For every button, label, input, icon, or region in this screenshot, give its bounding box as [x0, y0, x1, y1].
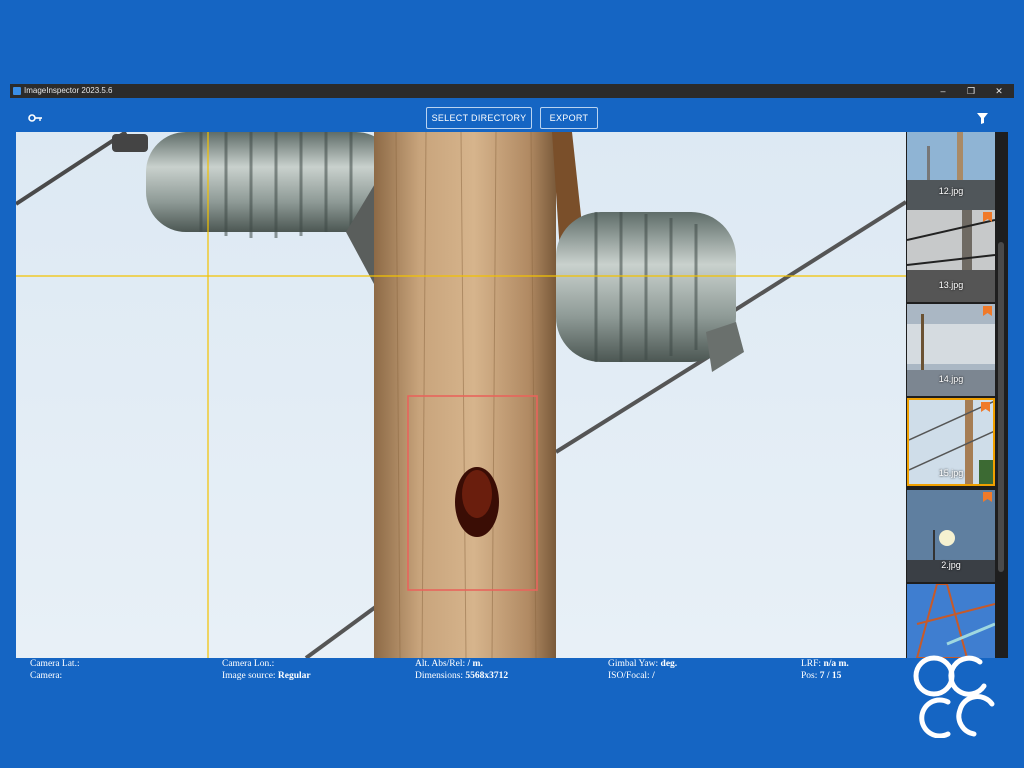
- gimbal-yaw-field: Gimbal Yaw: deg.: [608, 659, 678, 669]
- close-button[interactable]: ✕: [988, 84, 1010, 98]
- alt-value: / m.: [467, 659, 483, 669]
- key-icon[interactable]: [28, 110, 44, 122]
- thumbnail-2[interactable]: 2.jpg: [907, 490, 995, 582]
- export-button[interactable]: EXPORT: [540, 107, 598, 129]
- brand-logo: [908, 650, 1000, 739]
- thumbnail-14[interactable]: 14.jpg: [907, 304, 995, 396]
- lrf-value: n/a m.: [823, 659, 849, 669]
- thumbnail-caption: 12.jpg: [938, 186, 964, 196]
- window-titlebar: ImageInspector 2023.5.6 – ❐ ✕: [10, 84, 1014, 98]
- window-title: ImageInspector 2023.5.6: [24, 86, 113, 95]
- flag-icon[interactable]: [983, 212, 992, 222]
- flag-icon[interactable]: [981, 402, 990, 412]
- thumbnail-12[interactable]: 12.jpg: [907, 132, 995, 220]
- filter-icon[interactable]: [977, 111, 988, 124]
- iso-focal-value: /: [652, 671, 655, 681]
- dimensions-field: Dimensions: 5568x3712: [415, 671, 509, 681]
- image-viewer[interactable]: [16, 132, 906, 658]
- thumbnail-caption: 2.jpg: [941, 560, 961, 570]
- camera-lon-label: Camera Lon.:: [222, 659, 275, 669]
- strip-scrollbar[interactable]: [998, 242, 1004, 572]
- flag-icon[interactable]: [983, 306, 992, 316]
- status-bar: Camera Lat.: Camera: Camera Lon.: Image …: [0, 658, 1024, 698]
- thumbnail-strip[interactable]: 12.jpg 13.jpg 14.jpg 15.jpg 2.jpg: [906, 132, 1008, 658]
- thumbnail-caption: 15.jpg: [938, 468, 964, 478]
- dimensions-value: 5568x3712: [465, 671, 509, 681]
- toolbar: SELECT DIRECTORY EXPORT: [10, 98, 1014, 132]
- pos-field: Pos: 7 / 15: [801, 671, 842, 681]
- camera-lat-label: Camera Lat.:: [30, 659, 80, 669]
- thumbnail-tower[interactable]: [907, 584, 995, 658]
- image-source-field: Image source: Regular: [222, 671, 311, 681]
- thumbnail-15-selected[interactable]: 15.jpg: [907, 398, 995, 486]
- lrf-field: LRF: n/a m.: [801, 659, 849, 669]
- thumbnail-caption: 13.jpg: [938, 280, 964, 290]
- flag-icon[interactable]: [983, 492, 992, 502]
- gimbal-yaw-value: deg.: [660, 659, 678, 669]
- pos-value: 7 / 15: [819, 671, 842, 681]
- maximize-button[interactable]: ❐: [960, 84, 982, 98]
- thumbnail-13[interactable]: 13.jpg: [907, 210, 995, 302]
- select-directory-button[interactable]: SELECT DIRECTORY: [426, 107, 532, 129]
- alt-field: Alt. Abs/Rel: / m.: [415, 659, 483, 669]
- iso-focal-field: ISO/Focal: /: [608, 671, 655, 681]
- thumbnail-caption: 14.jpg: [938, 374, 964, 384]
- image-source-value: Regular: [277, 671, 311, 681]
- app-icon: [13, 87, 21, 95]
- minimize-button[interactable]: –: [932, 84, 954, 98]
- camera-label: Camera:: [30, 671, 63, 681]
- inspection-image: [16, 132, 906, 658]
